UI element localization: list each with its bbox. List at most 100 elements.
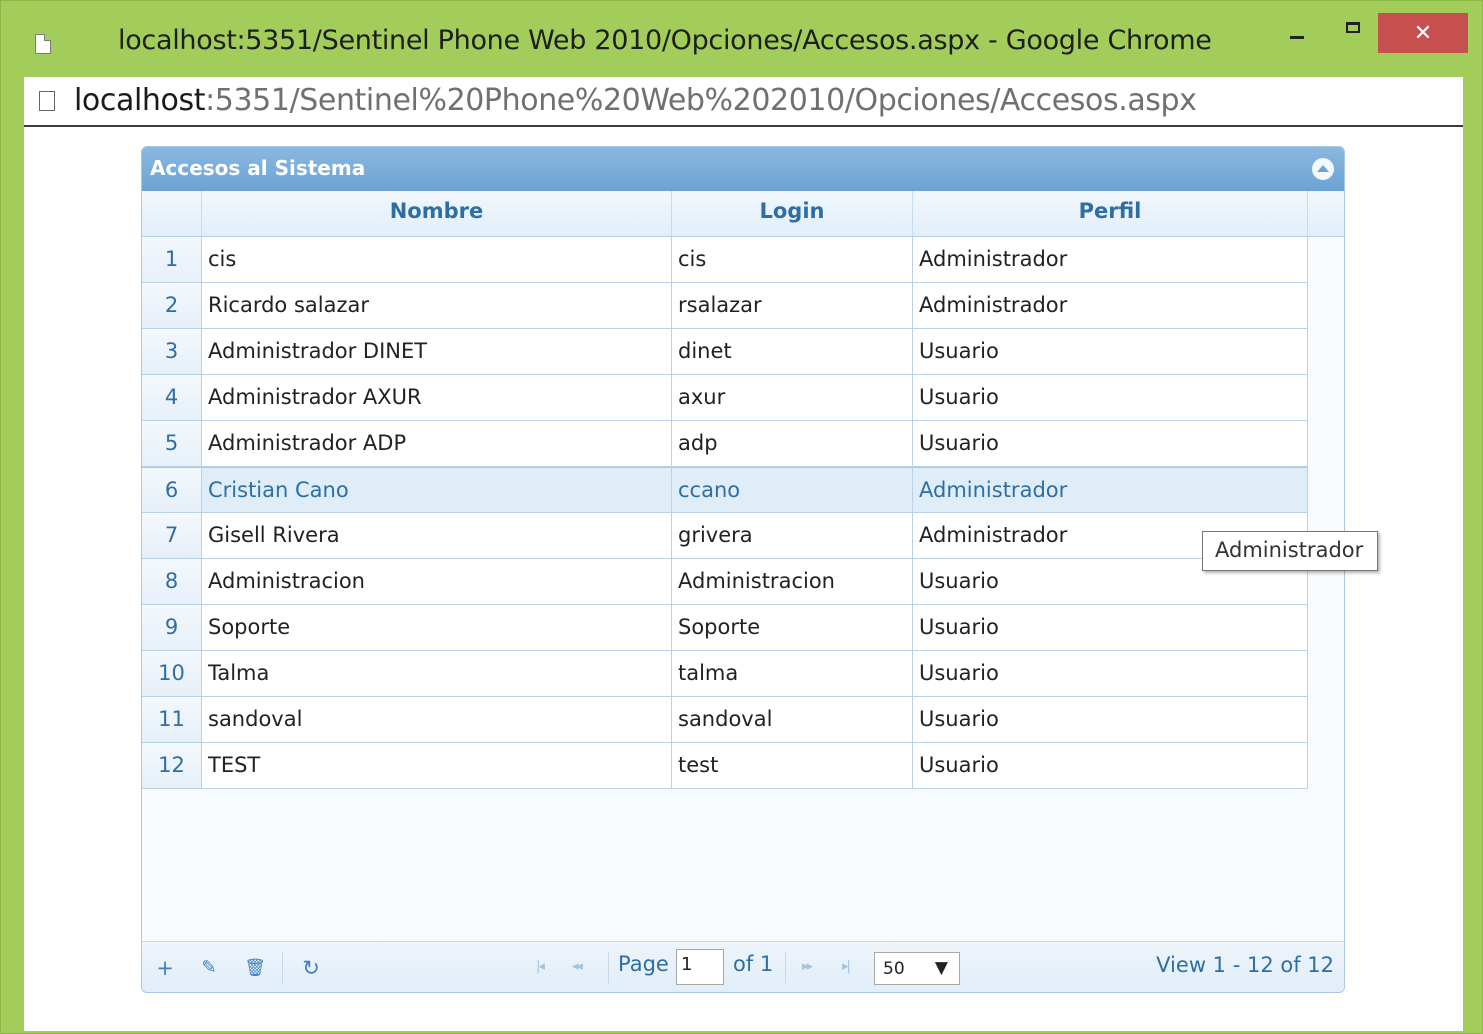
title-bar[interactable]: localhost:5351/Sentinel Phone Web 2010/O…: [1, 1, 1483, 77]
grid-body: 1 cis cis Administrador 2 Ricardo salazar rsal…: [142, 237, 1308, 789]
cell-perfil: Usuario: [913, 605, 1308, 651]
table-row[interactable]: 12 TEST test Usuario: [142, 743, 1308, 789]
cell-login: cis: [672, 237, 913, 283]
cell-nombre: Gisell Rivera: [202, 513, 672, 559]
cell-perfil: Administrador: [913, 467, 1308, 513]
row-number: 8: [142, 559, 202, 605]
row-number: 4: [142, 375, 202, 421]
minimize-icon: [1290, 35, 1304, 39]
cell-nombre: Ricardo salazar: [202, 283, 672, 329]
cell-login: axur: [672, 375, 913, 421]
delete-icon[interactable]: 🗑: [244, 957, 266, 979]
refresh-icon[interactable]: ↻: [300, 957, 322, 979]
cell-login: Administracion: [672, 559, 913, 605]
table-row[interactable]: 5 Administrador ADP adp Usuario: [142, 421, 1308, 467]
next-page-icon[interactable]: ▸▸: [802, 959, 813, 974]
page-count: of 1: [733, 952, 774, 976]
cell-login: talma: [672, 651, 913, 697]
cell-login: rsalazar: [672, 283, 913, 329]
rows-per-page-select[interactable]: 50 ▼: [874, 952, 960, 985]
table-row[interactable]: 11 sandoval sandoval Usuario: [142, 697, 1308, 743]
table-row[interactable]: 1 cis cis Administrador: [142, 237, 1308, 283]
table-row[interactable]: 3 Administrador DINET dinet Usuario: [142, 329, 1308, 375]
pager-separator: [282, 952, 283, 984]
cell-nombre: Administrador AXUR: [202, 375, 672, 421]
pager-separator: [608, 952, 609, 984]
address-bar[interactable]: localhost:5351/Sentinel%20Phone%20Web%20…: [24, 77, 1463, 127]
add-icon[interactable]: +: [154, 957, 176, 979]
close-button[interactable]: ✕: [1378, 13, 1468, 53]
cell-perfil: Usuario: [913, 329, 1308, 375]
last-page-icon[interactable]: ▸|: [842, 959, 851, 974]
row-number: 1: [142, 237, 202, 283]
grid-header: Nombre Login Perfil: [142, 191, 1344, 237]
table-row[interactable]: 2 Ricardo salazar rsalazar Administrador: [142, 283, 1308, 329]
row-number-header: [142, 191, 202, 236]
row-number: 6: [142, 467, 202, 513]
cell-perfil: Administrador: [913, 283, 1308, 329]
table-row[interactable]: 9 Soporte Soporte Usuario: [142, 605, 1308, 651]
column-header-nombre[interactable]: Nombre: [202, 191, 672, 236]
table-row[interactable]: 8 Administracion Administracion Usuario: [142, 559, 1308, 605]
page-content: Accesos al Sistema Nombre Login Perfil 1…: [24, 127, 1463, 1031]
collapse-icon[interactable]: [1312, 158, 1334, 180]
cell-nombre: Cristian Cano: [202, 467, 672, 513]
cell-perfil: Usuario: [913, 651, 1308, 697]
row-number: 10: [142, 651, 202, 697]
cell-nombre: Administrador DINET: [202, 329, 672, 375]
row-number: 12: [142, 743, 202, 789]
cell-perfil: Administrador: [913, 237, 1308, 283]
url-path: :5351/Sentinel%20Phone%20Web%202010/Opci…: [205, 83, 1197, 118]
accesos-grid: Accesos al Sistema Nombre Login Perfil 1…: [141, 146, 1345, 993]
cell-perfil: Usuario: [913, 375, 1308, 421]
url-host: localhost: [74, 83, 206, 118]
row-number: 11: [142, 697, 202, 743]
cell-login: adp: [672, 421, 913, 467]
cell-login: dinet: [672, 329, 913, 375]
page-label: Page: [618, 952, 669, 976]
row-number: 7: [142, 513, 202, 559]
row-number: 5: [142, 421, 202, 467]
records-info: View 1 - 12 of 12: [1156, 953, 1334, 977]
cell-login: grivera: [672, 513, 913, 559]
browser-window: localhost:5351/Sentinel Phone Web 2010/O…: [0, 0, 1483, 1034]
cell-login: ccano: [672, 467, 913, 513]
tooltip: Administrador: [1202, 531, 1378, 571]
window-title: localhost:5351/Sentinel Phone Web 2010/O…: [118, 25, 1212, 56]
pager-separator: [785, 952, 786, 984]
column-header-login[interactable]: Login: [672, 191, 913, 236]
cell-nombre: TEST: [202, 743, 672, 789]
first-page-icon[interactable]: |◂: [536, 959, 545, 974]
maximize-button[interactable]: [1333, 15, 1373, 51]
close-icon: ✕: [1413, 20, 1433, 46]
cell-nombre: Administrador ADP: [202, 421, 672, 467]
grid-pager: + ✎ 🗑 ↻ |◂ ◂◂ Page 1 of 1 ▸▸ ▸| 50 ▼ Vie…: [142, 941, 1344, 992]
table-row[interactable]: 7 Gisell Rivera grivera Administrador: [142, 513, 1308, 559]
maximize-icon: [1346, 21, 1360, 33]
cell-nombre: cis: [202, 237, 672, 283]
cell-nombre: Talma: [202, 651, 672, 697]
row-number: 2: [142, 283, 202, 329]
cell-perfil: Usuario: [913, 743, 1308, 789]
row-number: 3: [142, 329, 202, 375]
cell-login: sandoval: [672, 697, 913, 743]
page-number-input[interactable]: 1: [676, 949, 724, 985]
cell-login: Soporte: [672, 605, 913, 651]
table-row[interactable]: 4 Administrador AXUR axur Usuario: [142, 375, 1308, 421]
grid-title: Accesos al Sistema: [150, 156, 366, 180]
page-icon: [35, 34, 51, 54]
prev-page-icon[interactable]: ◂◂: [572, 959, 583, 974]
cell-perfil: Usuario: [913, 421, 1308, 467]
row-number: 9: [142, 605, 202, 651]
url-text[interactable]: localhost:5351/Sentinel%20Phone%20Web%20…: [74, 83, 1197, 118]
cell-perfil: Usuario: [913, 697, 1308, 743]
table-row[interactable]: 6 Cristian Cano ccano Administrador: [142, 467, 1308, 513]
edit-icon[interactable]: ✎: [198, 957, 220, 979]
chevron-down-icon: ▼: [934, 958, 948, 978]
minimize-button[interactable]: [1277, 15, 1317, 51]
table-row[interactable]: 10 Talma talma Usuario: [142, 651, 1308, 697]
column-header-perfil[interactable]: Perfil: [913, 191, 1308, 236]
grid-caption: Accesos al Sistema: [142, 147, 1344, 191]
cell-nombre: sandoval: [202, 697, 672, 743]
page-icon: [39, 91, 55, 111]
